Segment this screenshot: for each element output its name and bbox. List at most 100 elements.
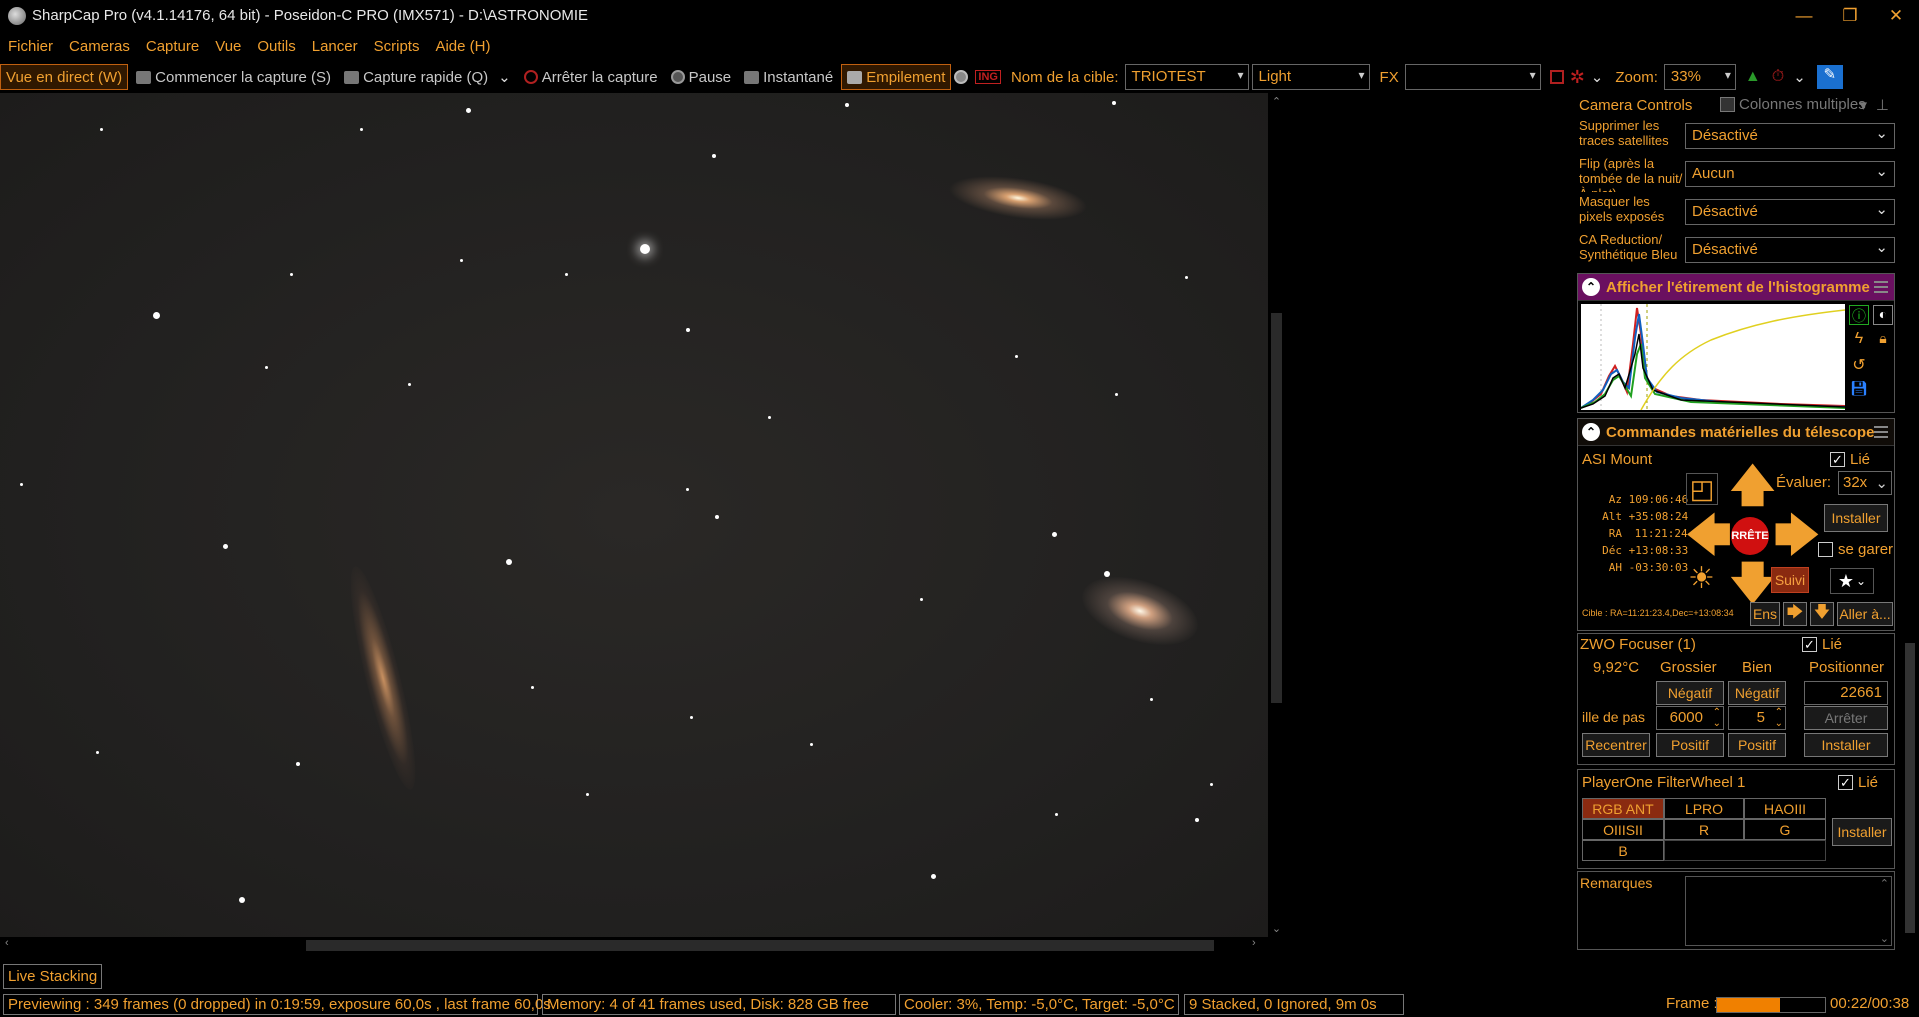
multi-columns-checkbox[interactable] — [1720, 97, 1735, 112]
brush-icon[interactable]: ✎ — [1816, 65, 1843, 89]
contrast-icon[interactable]: ◐ — [1873, 305, 1893, 325]
crosshair-icon[interactable]: ✲ — [1570, 67, 1585, 88]
histogram-header[interactable]: ⌃ Afficher l'étirement de l'histogramme — [1578, 274, 1894, 301]
pause-button[interactable]: Pause — [666, 64, 737, 90]
timer-icon[interactable]: ⏱ — [1772, 68, 1784, 86]
arrow-down-icon[interactable]: 🡇 — [1730, 562, 1775, 606]
preview-vertical-scrollbar[interactable]: ⌃ ⌄ — [1268, 93, 1285, 937]
menu-scripts[interactable]: Scripts — [366, 38, 428, 55]
stop-capture-button[interactable]: Arrêter la capture — [519, 64, 663, 90]
spinner-icon[interactable]: ⌃ ⌄ — [1775, 707, 1783, 729]
scroll-thumb[interactable] — [1271, 313, 1282, 703]
quick-capture-button[interactable]: Capture rapide (Q) ⌄ — [339, 64, 516, 90]
menu-icon[interactable] — [1874, 281, 1888, 293]
live-stack-icon[interactable]: ING — [975, 70, 1001, 84]
pin-icon[interactable]: ⊥ — [1876, 96, 1889, 114]
live-stacking-tab[interactable]: Live Stacking — [3, 964, 103, 989]
image-preview[interactable] — [0, 93, 1268, 937]
filter-oiiisii[interactable]: OIIISII — [1582, 819, 1664, 840]
mount-linked[interactable]: ✓ Lié — [1830, 451, 1870, 468]
menu-capture[interactable]: Capture — [138, 38, 207, 55]
menu-fichier[interactable]: Fichier — [0, 38, 61, 55]
histogram-mini-icon[interactable]: ▲ — [1745, 68, 1761, 86]
coarse-positive-button[interactable]: Positif — [1656, 733, 1724, 757]
satellite-trails-select[interactable]: Désactivé — [1685, 123, 1895, 149]
scroll-up-icon[interactable]: ⌃ — [1268, 95, 1285, 108]
stacking-button[interactable]: Empilement — [841, 64, 952, 90]
arrow-up-icon[interactable]: 🡅 — [1730, 464, 1775, 508]
goto-button[interactable]: Aller à... — [1837, 602, 1893, 626]
arrow-right-icon[interactable]: 🡆 — [1774, 514, 1819, 558]
tracking-button[interactable]: Suivi — [1771, 567, 1809, 593]
menu-outils[interactable]: Outils — [249, 38, 303, 55]
spiral-icon[interactable]: ◰ — [1686, 473, 1718, 505]
set-button[interactable]: Ens — [1750, 602, 1780, 626]
frame-type-select[interactable]: Light — [1251, 64, 1370, 90]
roi-icon[interactable] — [1549, 70, 1564, 84]
filterwheel-install-button[interactable]: Installer — [1832, 818, 1892, 846]
menu-vue[interactable]: Vue — [207, 38, 249, 55]
menu-aide[interactable]: Aide (H) — [427, 38, 498, 55]
coarse-negative-button[interactable]: Négatif — [1656, 681, 1724, 705]
focuser-linked[interactable]: ✓ Lié — [1802, 636, 1842, 653]
fine-positive-button[interactable]: Positif — [1728, 733, 1786, 757]
coarse-step-input[interactable]: 6000 ⌃ ⌄ — [1656, 706, 1724, 730]
scroll-down-icon[interactable]: ⌄ — [1268, 922, 1285, 935]
reset-icon[interactable]: ↺ — [1849, 355, 1869, 375]
close-icon[interactable]: ✕ — [1873, 0, 1919, 31]
focuser-linked-checkbox[interactable]: ✓ — [1802, 637, 1817, 652]
lock-icon[interactable]: 🔒︎ — [1873, 330, 1893, 350]
restore-icon[interactable]: ❐ — [1827, 0, 1873, 31]
chevron-down-icon[interactable]: ⌄ — [498, 68, 511, 86]
ca-reduction-select[interactable]: Désactivé — [1685, 237, 1895, 263]
fine-negative-button[interactable]: Négatif — [1728, 681, 1786, 705]
filter-haoiii[interactable]: HAOIII — [1744, 798, 1826, 819]
histogram-graph[interactable] — [1581, 304, 1845, 410]
preview-horizontal-scrollbar[interactable]: ‹ › — [0, 937, 1268, 954]
filter-b[interactable]: B — [1582, 840, 1664, 861]
fine-step-input[interactable]: 5 ⌃ ⌄ — [1728, 706, 1786, 730]
minimize-icon[interactable]: — — [1781, 0, 1827, 31]
scroll-thumb[interactable] — [306, 940, 1214, 951]
spinner-icon[interactable]: ⌃ ⌄ — [1713, 707, 1721, 729]
multi-columns-toggle[interactable]: Colonnes multiples — [1720, 96, 1866, 113]
arrow-left-icon[interactable]: 🡄 — [1686, 514, 1731, 558]
filter-g[interactable]: G — [1744, 819, 1826, 840]
filter-r[interactable]: R — [1664, 819, 1744, 840]
menu-cameras[interactable]: Cameras — [61, 38, 138, 55]
collapse-icon[interactable]: ⌃ — [1582, 278, 1600, 296]
mount-linked-checkbox[interactable]: ✓ — [1830, 452, 1845, 467]
menu-lancer[interactable]: Lancer — [304, 38, 366, 55]
notes-textarea[interactable]: ⌃ ⌄ — [1685, 876, 1892, 946]
lightning-icon[interactable]: ϟ — [1849, 330, 1869, 350]
live-view-button[interactable]: Vue en direct (W) — [0, 64, 129, 90]
stop-mount-button[interactable]: ARRÊTER — [1731, 517, 1769, 555]
park-toggle[interactable]: se garer — [1818, 541, 1893, 558]
auto-stretch-icon[interactable]: ⓘ — [1849, 305, 1869, 325]
right-panel-scrollbar[interactable] — [1901, 93, 1919, 953]
panel-collapse-icon[interactable]: ▾ — [1859, 96, 1867, 114]
filter-rgb-ant[interactable]: RGB ANT — [1582, 798, 1664, 819]
scroll-up-icon[interactable]: ⌃ — [1880, 877, 1889, 890]
telescope-header[interactable]: ⌃ Commandes matérielles du télescope — [1578, 419, 1894, 446]
filterwheel-linked[interactable]: ✓ Lié — [1838, 774, 1878, 791]
position-input[interactable]: 22661 — [1804, 681, 1888, 705]
filterwheel-linked-checkbox[interactable]: ✓ — [1838, 775, 1853, 790]
park-checkbox[interactable] — [1818, 542, 1833, 557]
target-name-select[interactable]: TRIOTEST — [1124, 64, 1249, 90]
chevron-down-icon[interactable]: ⌄ — [1591, 68, 1604, 86]
focuser-install-button[interactable]: Installer — [1804, 733, 1888, 757]
menu-icon[interactable] — [1874, 426, 1888, 438]
snapshot-button[interactable]: Instantané — [739, 64, 838, 90]
star-select[interactable]: ★ ⌄ — [1830, 568, 1874, 594]
sun-icon[interactable]: ☀ — [1688, 561, 1715, 596]
mount-install-button[interactable]: Installer — [1824, 504, 1888, 532]
recenter-button[interactable]: Recentrer — [1582, 733, 1650, 757]
fx-select[interactable] — [1404, 64, 1541, 90]
rate-select[interactable]: 32x ⌄ — [1838, 471, 1892, 495]
collapse-icon[interactable]: ⌃ — [1582, 423, 1600, 441]
chevron-down-icon[interactable]: ⌄ — [1793, 68, 1806, 86]
scroll-right-icon[interactable]: › — [1252, 937, 1256, 949]
scroll-thumb[interactable] — [1905, 643, 1915, 933]
focuser-stop-button[interactable]: Arrêter — [1804, 706, 1888, 730]
